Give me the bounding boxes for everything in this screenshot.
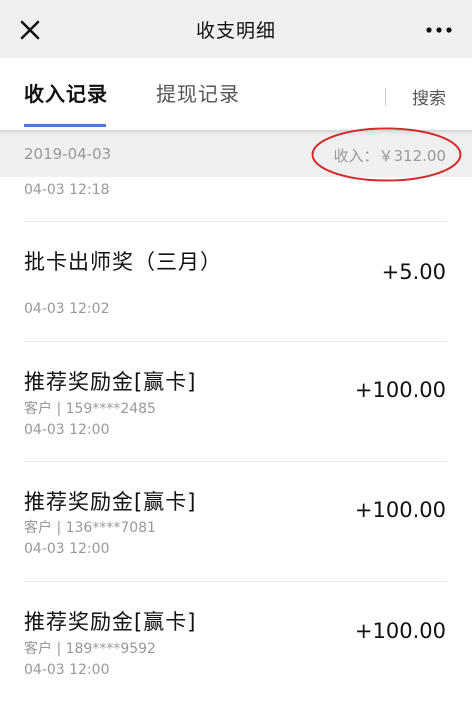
record-name: 推荐奖励金[赢卡] [24,370,197,394]
record-customer: 客户 | 189****9592 [24,641,156,657]
list-item[interactable]: 批卡出师奖（三月） +5.00 04-03 12:02 [0,222,472,342]
record-name: 推荐奖励金[赢卡] [24,490,197,514]
page-title: 收支明细 [195,19,276,42]
tab-income-records[interactable]: 收入记录 [24,78,108,107]
record-time: 04-03 12:00 [24,541,110,557]
record-customer: 客户 | 159****2485 [24,401,156,417]
summary-date: 2019-04-03 [24,145,112,163]
list-item[interactable]: 推荐奖励金[赢卡] +100.00 客户 | 189****9592 04-03… [0,582,472,702]
tab-bar: 收入记录 提现记录 搜索 [0,58,472,130]
list-item[interactable]: 推荐奖励金[赢卡] +100.00 客户 | 159****2485 04-03… [0,342,472,462]
record-time: 04-03 12:02 [24,301,110,317]
record-time: 04-03 12:00 [24,422,110,438]
more-icon[interactable] [424,18,454,42]
active-tab-indicator [24,124,106,127]
search-button[interactable]: 搜索 [412,84,446,109]
record-amount: +100.00 [354,498,446,522]
record-time: 04-03 12:18 [24,182,110,198]
record-name: 推荐奖励金[赢卡] [24,610,197,634]
record-customer: 客户 | 136****7081 [24,520,156,536]
list-item[interactable]: 04-03 12:18 [0,177,472,222]
top-bar: 收支明细 [0,0,472,58]
close-icon[interactable] [18,18,42,42]
record-amount: +100.00 [354,378,446,402]
record-name: 批卡出师奖（三月） [24,250,222,274]
highlight-circle-annotation [311,127,462,182]
list-item[interactable]: 推荐奖励金[赢卡] +100.00 客户 | 136****7081 04-03… [0,462,472,582]
tab-divider [385,88,386,106]
record-time: 04-03 12:00 [24,662,110,678]
record-amount: +5.00 [381,260,446,284]
tab-withdraw-records[interactable]: 提现记录 [156,78,240,107]
record-amount: +100.00 [354,619,446,643]
